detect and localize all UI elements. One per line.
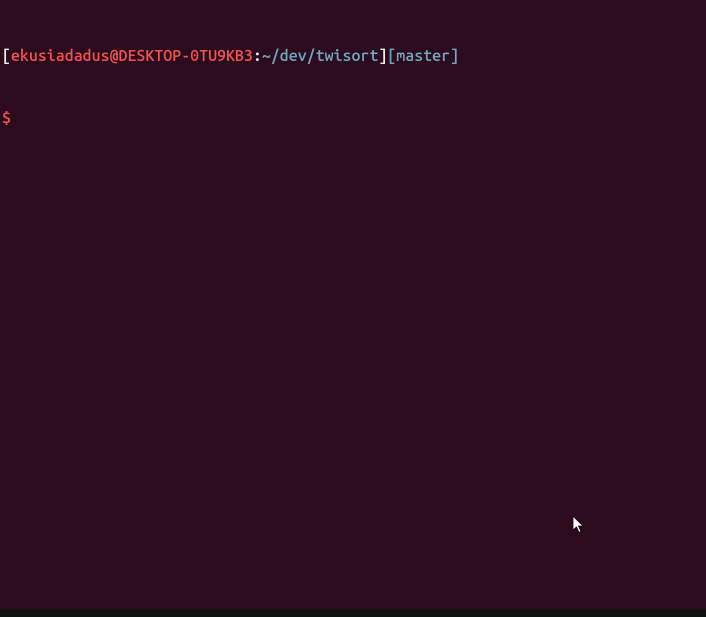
prompt-line: [ekusiadadus@DESKTOP-0TU9KB3:~/dev/twiso… [2, 46, 704, 67]
input-line: $ [2, 108, 704, 129]
mouse-cursor-icon [573, 516, 587, 534]
bottom-bar [0, 609, 706, 617]
current-path: ~/dev/twisort [262, 47, 378, 65]
prompt-symbol: $ [2, 108, 11, 129]
user-host: ekusiadadus@DESKTOP-0TU9KB3 [11, 47, 253, 65]
terminal-viewport[interactable]: [ekusiadadus@DESKTOP-0TU9KB3:~/dev/twiso… [0, 0, 706, 154]
bracket-open-1: [ [2, 47, 11, 65]
git-branch: master [396, 47, 450, 65]
prompt-colon: : [253, 47, 262, 65]
bracket-close-1: ] [378, 47, 387, 65]
command-input[interactable] [19, 109, 704, 127]
bracket-open-2: [ [387, 47, 396, 65]
bracket-close-2: ] [450, 47, 459, 65]
